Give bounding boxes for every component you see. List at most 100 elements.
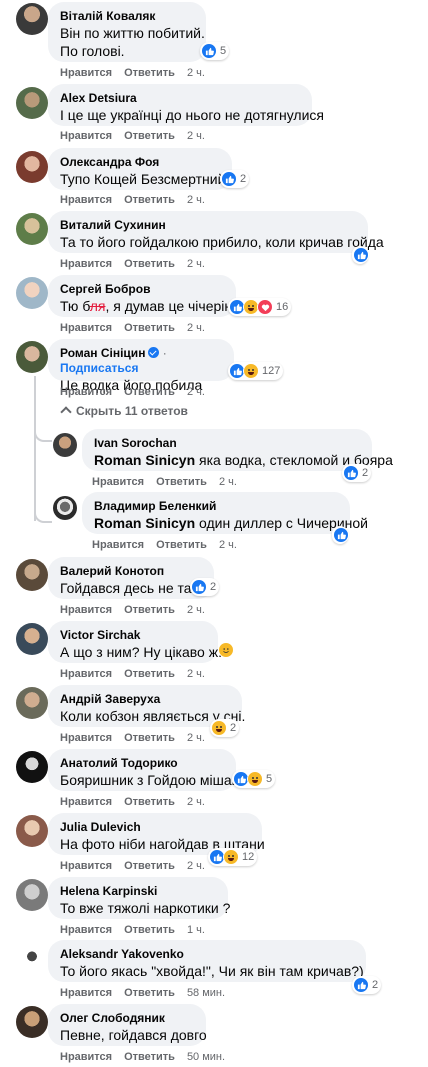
reaction-count[interactable]: 2 (342, 464, 372, 482)
reaction-count[interactable]: 127 (228, 362, 284, 380)
author-name[interactable]: Андрій Заверуха (60, 692, 230, 707)
author-name[interactable]: Виталий Сухинин (60, 218, 356, 233)
like-button[interactable]: Нравится (60, 322, 112, 334)
reaction-count[interactable]: 5 (200, 42, 230, 60)
reaction-count[interactable]: 2 (220, 170, 250, 188)
reply-button[interactable]: Ответить (124, 386, 175, 398)
avatar[interactable] (16, 213, 48, 245)
author-name[interactable]: Ivan Sorochan (94, 436, 360, 451)
avatar[interactable] (16, 879, 48, 911)
hide-replies-button[interactable]: Скрыть 11 ответов (60, 403, 188, 419)
reply-button[interactable]: Ответить (124, 796, 175, 808)
timestamp[interactable]: 2 ч. (187, 258, 205, 270)
follow-button[interactable]: Подписаться (60, 361, 138, 375)
author-name[interactable]: Роман Сініцин · Подписаться (60, 346, 222, 376)
comment-actions: Нравится Ответить 2 ч. (60, 321, 217, 335)
like-button[interactable]: Нравится (60, 194, 112, 206)
author-name[interactable]: Helena Karpinski (60, 884, 216, 899)
reaction-count[interactable] (352, 246, 369, 264)
like-button[interactable]: Нравится (60, 130, 112, 142)
like-button[interactable]: Нравится (60, 924, 112, 936)
timestamp[interactable]: 2 ч. (187, 732, 205, 744)
reaction-count[interactable]: 5 (232, 770, 276, 788)
reaction-count[interactable]: 16 (228, 298, 292, 316)
avatar[interactable] (16, 815, 48, 847)
author-name[interactable]: Олег Слободяник (60, 1011, 194, 1026)
timestamp[interactable]: 2 ч. (187, 668, 205, 680)
avatar[interactable] (16, 3, 48, 35)
like-button[interactable]: Нравится (60, 732, 112, 744)
reaction-count[interactable] (332, 526, 349, 544)
reaction-count[interactable]: 2 (190, 578, 220, 596)
like-button[interactable]: Нравится (60, 668, 112, 680)
avatar[interactable] (16, 623, 48, 655)
reply-button[interactable]: Ответить (124, 987, 175, 999)
reply-button[interactable]: Ответить (124, 130, 175, 142)
timestamp[interactable]: 2 ч. (187, 604, 205, 616)
like-button[interactable]: Нравится (60, 67, 112, 79)
avatar[interactable] (16, 1006, 48, 1038)
reply-button[interactable]: Ответить (124, 322, 175, 334)
author-name[interactable]: Victor Sirchak (60, 628, 206, 643)
like-button[interactable]: Нравится (60, 987, 112, 999)
like-icon (343, 465, 359, 481)
avatar[interactable] (16, 751, 48, 783)
author-name[interactable]: Владимир Беленкий (94, 499, 338, 514)
timestamp[interactable]: 2 ч. (187, 67, 205, 79)
avatar[interactable] (16, 942, 48, 974)
timestamp[interactable]: 1 ч. (187, 924, 205, 936)
reaction-count[interactable]: 2 (352, 976, 382, 994)
avatar[interactable] (16, 687, 48, 719)
reply-button[interactable]: Ответить (156, 539, 207, 551)
author-name[interactable]: Aleksandr Yakovenko (60, 947, 354, 962)
mention-link[interactable]: Roman Sinicyn (94, 515, 195, 531)
reply-button[interactable]: Ответить (124, 194, 175, 206)
timestamp[interactable]: 2 ч. (187, 796, 205, 808)
author-name[interactable]: Сергей Бобров (60, 282, 224, 297)
avatar[interactable] (16, 341, 48, 373)
avatar[interactable] (53, 496, 77, 520)
avatar[interactable] (16, 277, 48, 309)
timestamp[interactable]: 2 ч. (187, 194, 205, 206)
like-button[interactable]: Нравится (92, 539, 144, 551)
like-button[interactable]: Нравится (92, 476, 144, 488)
like-button[interactable]: Нравится (60, 386, 112, 398)
reply-button[interactable]: Ответить (156, 476, 207, 488)
like-icon (191, 579, 207, 595)
like-button[interactable]: Нравится (60, 604, 112, 616)
author-name[interactable]: Віталій Коваляк (60, 9, 194, 24)
avatar[interactable] (53, 433, 77, 457)
timestamp[interactable]: 2 ч. (187, 130, 205, 142)
reaction-number: 127 (262, 365, 281, 377)
reply-button[interactable]: Ответить (124, 668, 175, 680)
author-name[interactable]: Олександра Фоя (60, 155, 220, 170)
like-button[interactable]: Нравится (60, 796, 112, 808)
reply-button[interactable]: Ответить (124, 1051, 175, 1063)
like-button[interactable]: Нравится (60, 860, 112, 872)
reply-button[interactable]: Ответить (124, 258, 175, 270)
reply-button[interactable]: Ответить (124, 860, 175, 872)
like-button[interactable]: Нравится (60, 258, 112, 270)
reply-button[interactable]: Ответить (124, 924, 175, 936)
timestamp[interactable]: 2 ч. (219, 476, 237, 488)
timestamp[interactable]: 2 ч. (187, 860, 205, 872)
author-name[interactable]: Alex Detsiura (60, 91, 300, 106)
avatar[interactable] (16, 151, 48, 183)
timestamp[interactable]: 58 мин. (187, 987, 225, 999)
reply-button[interactable]: Ответить (124, 604, 175, 616)
author-name[interactable]: Валерий Конотоп (60, 564, 202, 579)
avatar[interactable] (16, 559, 48, 591)
author-name[interactable]: Анатолий Тодорико (60, 756, 224, 771)
mention-link[interactable]: Roman Sinicyn (94, 452, 195, 468)
timestamp[interactable]: 2 ч. (187, 386, 205, 398)
timestamp[interactable]: 50 мин. (187, 1051, 225, 1063)
timestamp[interactable]: 2 ч. (219, 539, 237, 551)
author-name[interactable]: Julia Dulevich (60, 820, 250, 835)
smile-emoji-icon (218, 642, 234, 658)
timestamp[interactable]: 2 ч. (187, 322, 205, 334)
comment-bubble: Aleksandr Yakovenko То його якась "хвойда… (48, 940, 366, 982)
like-button[interactable]: Нравится (60, 1051, 112, 1063)
avatar[interactable] (16, 87, 48, 119)
reply-button[interactable]: Ответить (124, 732, 175, 744)
reply-button[interactable]: Ответить (124, 67, 175, 79)
